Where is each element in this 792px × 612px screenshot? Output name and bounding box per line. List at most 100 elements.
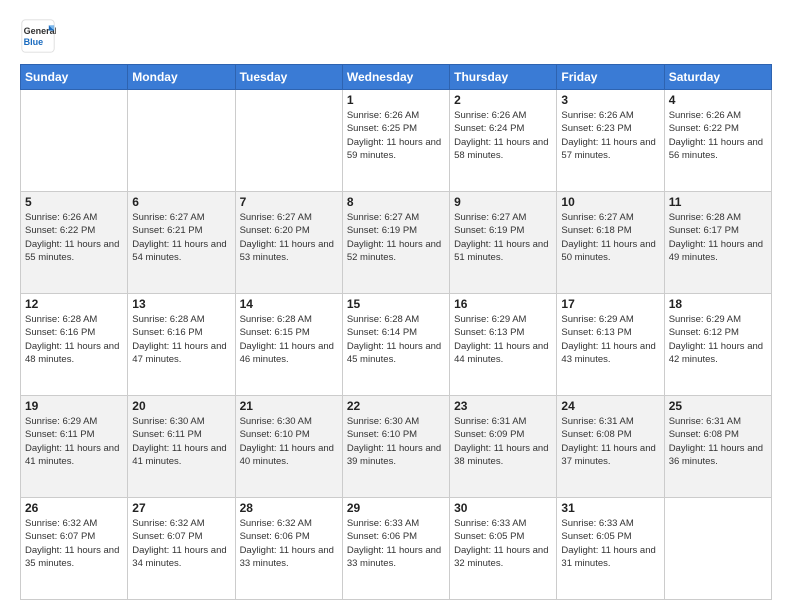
day-number: 1 bbox=[347, 93, 445, 107]
calendar-cell: 26 Sunrise: 6:32 AM Sunset: 6:07 PM Dayli… bbox=[21, 498, 128, 600]
day-number: 3 bbox=[561, 93, 659, 107]
day-number: 17 bbox=[561, 297, 659, 311]
calendar-week-row: 19 Sunrise: 6:29 AM Sunset: 6:11 PM Dayli… bbox=[21, 396, 772, 498]
day-number: 29 bbox=[347, 501, 445, 515]
calendar-cell: 30 Sunrise: 6:33 AM Sunset: 6:05 PM Dayli… bbox=[450, 498, 557, 600]
weekday-header-monday: Monday bbox=[128, 65, 235, 90]
day-number: 12 bbox=[25, 297, 123, 311]
weekday-header-saturday: Saturday bbox=[664, 65, 771, 90]
day-number: 18 bbox=[669, 297, 767, 311]
calendar-table: SundayMondayTuesdayWednesdayThursdayFrid… bbox=[20, 64, 772, 600]
day-number: 14 bbox=[240, 297, 338, 311]
day-info: Sunrise: 6:29 AM Sunset: 6:12 PM Dayligh… bbox=[669, 313, 767, 366]
logo: General Blue bbox=[20, 18, 62, 54]
calendar-cell: 27Sunrise: 6:32 AM Sunset: 6:07 PM Dayli… bbox=[128, 498, 235, 600]
calendar-cell: 22 Sunrise: 6:30 AM Sunset: 6:10 PM Dayli… bbox=[342, 396, 449, 498]
day-number: 21 bbox=[240, 399, 338, 413]
calendar-cell: 8Sunrise: 6:27 AM Sunset: 6:19 PM Daylig… bbox=[342, 192, 449, 294]
calendar-week-row: 12 Sunrise: 6:28 AM Sunset: 6:16 PM Dayli… bbox=[21, 294, 772, 396]
calendar-week-row: 26 Sunrise: 6:32 AM Sunset: 6:07 PM Dayli… bbox=[21, 498, 772, 600]
calendar-cell: 28 Sunrise: 6:32 AM Sunset: 6:06 PM Dayli… bbox=[235, 498, 342, 600]
day-info: Sunrise: 6:32 AM Sunset: 6:07 PM Dayligh… bbox=[25, 517, 123, 570]
day-number: 16 bbox=[454, 297, 552, 311]
day-number: 9 bbox=[454, 195, 552, 209]
day-number: 4 bbox=[669, 93, 767, 107]
day-number: 20 bbox=[132, 399, 230, 413]
day-number: 24 bbox=[561, 399, 659, 413]
logo-icon: General Blue bbox=[20, 18, 56, 54]
day-number: 26 bbox=[25, 501, 123, 515]
day-info: Sunrise: 6:28 AM Sunset: 6:14 PM Dayligh… bbox=[347, 313, 445, 366]
calendar-cell bbox=[664, 498, 771, 600]
day-info: Sunrise: 6:26 AM Sunset: 6:22 PM Dayligh… bbox=[25, 211, 123, 264]
day-number: 23 bbox=[454, 399, 552, 413]
day-number: 11 bbox=[669, 195, 767, 209]
day-number: 13 bbox=[132, 297, 230, 311]
calendar-cell: 20 Sunrise: 6:30 AM Sunset: 6:11 PM Dayli… bbox=[128, 396, 235, 498]
day-info: Sunrise: 6:30 AM Sunset: 6:10 PM Dayligh… bbox=[240, 415, 338, 468]
weekday-header-row: SundayMondayTuesdayWednesdayThursdayFrid… bbox=[21, 65, 772, 90]
day-info: Sunrise: 6:29 AM Sunset: 6:13 PM Dayligh… bbox=[561, 313, 659, 366]
calendar-cell: 4 Sunrise: 6:26 AM Sunset: 6:22 PM Daylig… bbox=[664, 90, 771, 192]
calendar-cell: 9 Sunrise: 6:27 AM Sunset: 6:19 PM Daylig… bbox=[450, 192, 557, 294]
calendar-cell: 18 Sunrise: 6:29 AM Sunset: 6:12 PM Dayli… bbox=[664, 294, 771, 396]
day-info: Sunrise: 6:33 AM Sunset: 6:05 PM Dayligh… bbox=[561, 517, 659, 570]
calendar-cell: 6 Sunrise: 6:27 AM Sunset: 6:21 PM Daylig… bbox=[128, 192, 235, 294]
day-info: Sunrise: 6:26 AM Sunset: 6:22 PM Dayligh… bbox=[669, 109, 767, 162]
day-info: Sunrise: 6:33 AM Sunset: 6:06 PM Dayligh… bbox=[347, 517, 445, 570]
day-info: Sunrise: 6:27 AM Sunset: 6:20 PM Dayligh… bbox=[240, 211, 338, 264]
weekday-header-thursday: Thursday bbox=[450, 65, 557, 90]
day-info: Sunrise: 6:31 AM Sunset: 6:08 PM Dayligh… bbox=[669, 415, 767, 468]
day-number: 8 bbox=[347, 195, 445, 209]
day-info: Sunrise: 6:30 AM Sunset: 6:10 PM Dayligh… bbox=[347, 415, 445, 468]
day-info: Sunrise: 6:27 AM Sunset: 6:18 PM Dayligh… bbox=[561, 211, 659, 264]
day-info: Sunrise: 6:28 AM Sunset: 6:16 PM Dayligh… bbox=[25, 313, 123, 366]
day-info: Sunrise: 6:26 AM Sunset: 6:23 PM Dayligh… bbox=[561, 109, 659, 162]
day-info: Sunrise: 6:30 AM Sunset: 6:11 PM Dayligh… bbox=[132, 415, 230, 468]
day-info: Sunrise: 6:29 AM Sunset: 6:11 PM Dayligh… bbox=[25, 415, 123, 468]
day-info: Sunrise: 6:28 AM Sunset: 6:16 PM Dayligh… bbox=[132, 313, 230, 366]
calendar-cell: 12 Sunrise: 6:28 AM Sunset: 6:16 PM Dayli… bbox=[21, 294, 128, 396]
calendar-cell: 24 Sunrise: 6:31 AM Sunset: 6:08 PM Dayli… bbox=[557, 396, 664, 498]
day-info: Sunrise: 6:27 AM Sunset: 6:19 PM Dayligh… bbox=[454, 211, 552, 264]
weekday-header-friday: Friday bbox=[557, 65, 664, 90]
day-info: Sunrise: 6:31 AM Sunset: 6:09 PM Dayligh… bbox=[454, 415, 552, 468]
calendar-cell: 3 Sunrise: 6:26 AM Sunset: 6:23 PM Daylig… bbox=[557, 90, 664, 192]
day-number: 7 bbox=[240, 195, 338, 209]
calendar-cell: 16 Sunrise: 6:29 AM Sunset: 6:13 PM Dayli… bbox=[450, 294, 557, 396]
calendar-week-row: 1Sunrise: 6:26 AM Sunset: 6:25 PM Daylig… bbox=[21, 90, 772, 192]
day-info: Sunrise: 6:33 AM Sunset: 6:05 PM Dayligh… bbox=[454, 517, 552, 570]
calendar-cell bbox=[21, 90, 128, 192]
calendar-cell: 5 Sunrise: 6:26 AM Sunset: 6:22 PM Daylig… bbox=[21, 192, 128, 294]
day-info: Sunrise: 6:28 AM Sunset: 6:15 PM Dayligh… bbox=[240, 313, 338, 366]
day-number: 10 bbox=[561, 195, 659, 209]
calendar-cell: 15 Sunrise: 6:28 AM Sunset: 6:14 PM Dayli… bbox=[342, 294, 449, 396]
svg-text:Blue: Blue bbox=[24, 37, 44, 47]
weekday-header-wednesday: Wednesday bbox=[342, 65, 449, 90]
header: General Blue bbox=[20, 18, 772, 54]
day-number: 30 bbox=[454, 501, 552, 515]
calendar-week-row: 5 Sunrise: 6:26 AM Sunset: 6:22 PM Daylig… bbox=[21, 192, 772, 294]
day-number: 5 bbox=[25, 195, 123, 209]
day-number: 15 bbox=[347, 297, 445, 311]
day-info: Sunrise: 6:32 AM Sunset: 6:06 PM Dayligh… bbox=[240, 517, 338, 570]
page: General Blue SundayMondayTuesdayWednesda… bbox=[0, 0, 792, 612]
day-number: 22 bbox=[347, 399, 445, 413]
day-info: Sunrise: 6:31 AM Sunset: 6:08 PM Dayligh… bbox=[561, 415, 659, 468]
day-number: 28 bbox=[240, 501, 338, 515]
calendar-cell: 23 Sunrise: 6:31 AM Sunset: 6:09 PM Dayli… bbox=[450, 396, 557, 498]
day-info: Sunrise: 6:29 AM Sunset: 6:13 PM Dayligh… bbox=[454, 313, 552, 366]
day-number: 6 bbox=[132, 195, 230, 209]
calendar-cell: 13 Sunrise: 6:28 AM Sunset: 6:16 PM Dayli… bbox=[128, 294, 235, 396]
day-number: 19 bbox=[25, 399, 123, 413]
day-info: Sunrise: 6:27 AM Sunset: 6:21 PM Dayligh… bbox=[132, 211, 230, 264]
weekday-header-sunday: Sunday bbox=[21, 65, 128, 90]
calendar-cell bbox=[235, 90, 342, 192]
day-number: 27 bbox=[132, 501, 230, 515]
calendar-cell: 2Sunrise: 6:26 AM Sunset: 6:24 PM Daylig… bbox=[450, 90, 557, 192]
calendar-cell: 11Sunrise: 6:28 AM Sunset: 6:17 PM Dayli… bbox=[664, 192, 771, 294]
calendar-cell: 14 Sunrise: 6:28 AM Sunset: 6:15 PM Dayli… bbox=[235, 294, 342, 396]
calendar-cell bbox=[128, 90, 235, 192]
calendar-cell: 1Sunrise: 6:26 AM Sunset: 6:25 PM Daylig… bbox=[342, 90, 449, 192]
calendar-cell: 25Sunrise: 6:31 AM Sunset: 6:08 PM Dayli… bbox=[664, 396, 771, 498]
